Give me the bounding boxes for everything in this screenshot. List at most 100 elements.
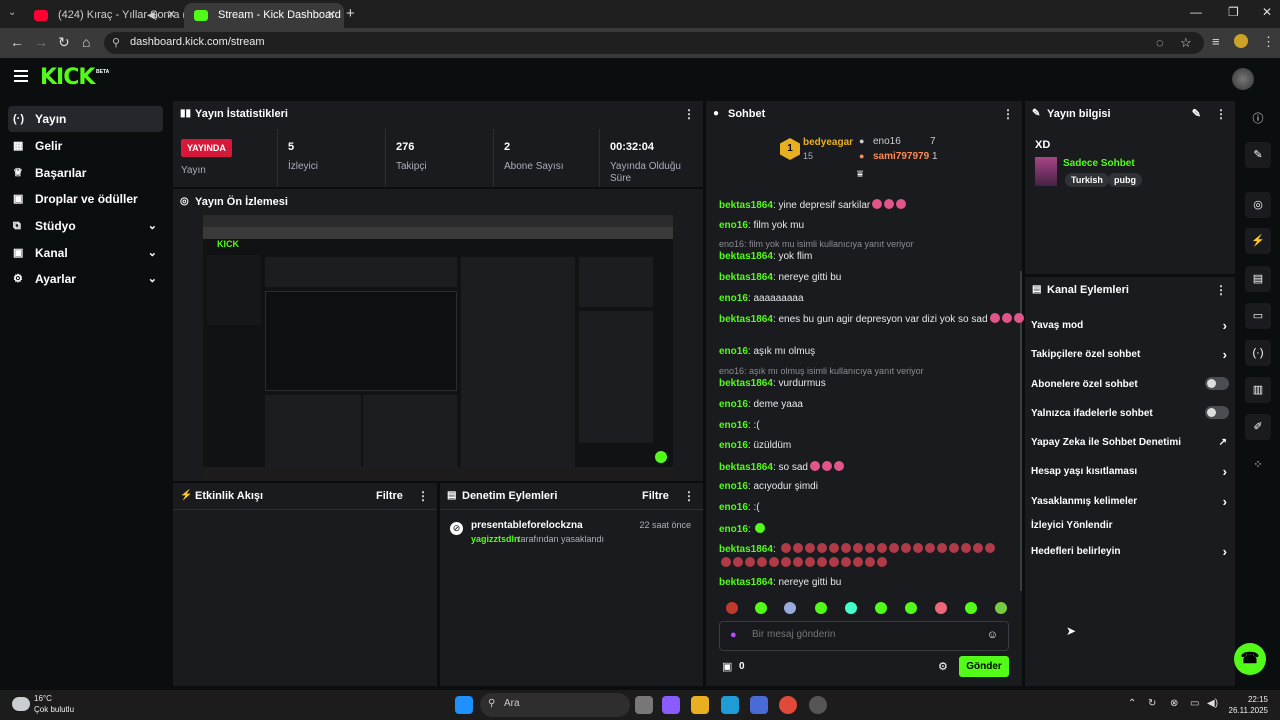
filter-button[interactable]: Filtre bbox=[642, 483, 669, 509]
chat-settings-icon[interactable]: ⚙ bbox=[938, 660, 948, 673]
emote-icon[interactable] bbox=[845, 602, 857, 614]
tray-volume-icon[interactable]: ◀) bbox=[1207, 698, 1218, 709]
kebab-menu-icon[interactable]: ⋮ bbox=[1215, 277, 1227, 303]
target-icon[interactable]: ◎ bbox=[1245, 192, 1271, 218]
url-input[interactable]: ⚲ dashboard.kick.com/stream ◌ ☆ bbox=[104, 32, 1204, 54]
emote-icon[interactable] bbox=[875, 602, 887, 614]
tray-sync-icon[interactable]: ↻ bbox=[1148, 698, 1156, 709]
moderation-moderator[interactable]: yagizztsdln bbox=[471, 534, 520, 544]
sidebar-item-droplar[interactable]: ▣ Droplar ve ödüller bbox=[8, 186, 163, 212]
tag-pubg[interactable]: pubg bbox=[1108, 173, 1142, 187]
microphone-icon[interactable]: ● bbox=[730, 629, 737, 641]
kebab-menu-icon[interactable]: ⋮ bbox=[1002, 101, 1014, 127]
chat-username[interactable]: eno16 bbox=[719, 502, 748, 513]
sidebar-item-basarilar[interactable]: ♕ Başarılar bbox=[8, 160, 163, 186]
emote-icon[interactable] bbox=[905, 602, 917, 614]
site-info-icon[interactable]: ⚲ bbox=[112, 36, 120, 49]
chrome-icon[interactable] bbox=[779, 696, 797, 714]
chat-icon[interactable]: ▭ bbox=[1245, 303, 1271, 329]
category-thumbnail[interactable] bbox=[1035, 157, 1057, 186]
action-followers-only[interactable]: Takipçilere özel sohbet › bbox=[1031, 347, 1229, 362]
chat-username[interactable]: eno16 bbox=[719, 293, 748, 304]
wrench-icon[interactable]: ✐ bbox=[1245, 414, 1271, 440]
chat-username[interactable]: eno16 bbox=[719, 399, 748, 410]
chat-username[interactable]: bektas1864 bbox=[719, 577, 773, 588]
sidebar-item-gelir[interactable]: ▦ Gelir bbox=[8, 133, 163, 159]
browser-tab-kick[interactable]: Stream - Kick Dashboard ✕ bbox=[184, 3, 344, 28]
app-icon[interactable] bbox=[809, 696, 827, 714]
hamburger-menu-icon[interactable] bbox=[14, 70, 28, 85]
forward-icon[interactable]: → bbox=[34, 34, 48, 50]
restore-icon[interactable]: ❐ bbox=[1228, 5, 1239, 19]
moderation-target[interactable]: presentableforelockzna bbox=[471, 520, 583, 531]
copilot-icon[interactable] bbox=[662, 696, 680, 714]
action-account-age[interactable]: Hesap yaşı kısıtlaması › bbox=[1031, 464, 1229, 479]
chat-username[interactable]: bektas1864 bbox=[719, 200, 773, 211]
emotes-only-toggle[interactable] bbox=[1205, 406, 1229, 419]
tray-network-icon[interactable]: ⊗ bbox=[1170, 698, 1178, 709]
chat-input[interactable] bbox=[752, 629, 982, 640]
filter-button[interactable]: Filtre bbox=[376, 483, 403, 509]
kebab-menu-icon[interactable]: ⋮ bbox=[683, 483, 695, 509]
emote-icon[interactable] bbox=[935, 602, 947, 614]
chat-username[interactable]: eno16 bbox=[719, 440, 748, 451]
speaker-icon[interactable]: ◀) bbox=[147, 3, 158, 28]
tag-turkish[interactable]: Turkish bbox=[1065, 173, 1109, 187]
store-icon[interactable] bbox=[750, 696, 768, 714]
pencil-icon[interactable]: ✎ bbox=[1245, 142, 1271, 168]
avatar[interactable] bbox=[1232, 68, 1254, 90]
sidebar-item-studyo[interactable]: ⧉ Stüdyo ⌄ bbox=[8, 213, 163, 239]
action-ai-moderation[interactable]: Yapay Zeka ile Sohbet Denetimi ↗ bbox=[1031, 437, 1229, 448]
windows-start-icon[interactable] bbox=[455, 696, 473, 714]
close-icon[interactable]: ✕ bbox=[327, 3, 336, 28]
chat-username[interactable]: eno16 bbox=[719, 420, 748, 431]
chat-username[interactable]: eno16 bbox=[719, 524, 748, 535]
new-tab-icon[interactable]: + bbox=[346, 5, 355, 22]
clock[interactable]: 22:15 26.11.2025 bbox=[1228, 694, 1268, 716]
bookmark-star-icon[interactable]: ☆ bbox=[1180, 35, 1192, 51]
points-icon[interactable]: ▣ bbox=[722, 660, 732, 673]
emoji-icon[interactable]: ☺ bbox=[987, 629, 998, 641]
tab-search-icon[interactable]: ⌄ bbox=[8, 7, 24, 21]
leader-third-name[interactable]: sami797979 bbox=[873, 151, 929, 162]
info-icon[interactable]: ⓘ bbox=[1245, 106, 1271, 132]
reload-icon[interactable]: ↻ bbox=[58, 34, 70, 51]
layout-icon[interactable]: ▥ bbox=[1245, 377, 1271, 403]
tray-display-icon[interactable]: ▭ bbox=[1190, 698, 1199, 709]
action-banned-words[interactable]: Yasaklanmış kelimeler › bbox=[1031, 494, 1229, 509]
taskbar-search[interactable]: ⚲ Ara bbox=[480, 693, 630, 717]
edge-icon[interactable] bbox=[721, 696, 739, 714]
chat-username[interactable]: bektas1864 bbox=[719, 462, 773, 473]
sidebar-item-yayin[interactable]: (·) Yayın bbox=[8, 106, 163, 132]
category-name[interactable]: Sadece Sohbet bbox=[1063, 158, 1135, 169]
sidebar-item-kanal[interactable]: ▣ Kanal ⌄ bbox=[8, 240, 163, 266]
broadcast-icon[interactable]: (·) bbox=[1245, 340, 1271, 366]
home-icon[interactable]: ⌂ bbox=[82, 34, 90, 50]
reading-list-icon[interactable]: ≡ bbox=[1212, 34, 1220, 49]
action-goals[interactable]: Hedefleri belirleyin › bbox=[1031, 544, 1229, 559]
task-view-icon[interactable] bbox=[635, 696, 653, 714]
emote-icon[interactable] bbox=[784, 602, 796, 614]
leader-second-name[interactable]: eno16 bbox=[873, 136, 901, 147]
kick-logo[interactable]: KICK bbox=[40, 65, 95, 90]
browser-tab-youtube[interactable]: (424) Kıraç - Yıllar Sonra (O ◀) ✕ bbox=[24, 3, 184, 28]
close-icon[interactable]: ✕ bbox=[167, 3, 176, 28]
minimize-icon[interactable]: — bbox=[1190, 5, 1202, 19]
send-button[interactable]: Gönder bbox=[959, 656, 1009, 677]
action-slow-mode[interactable]: Yavaş mod › bbox=[1031, 318, 1229, 333]
tray-chevron-icon[interactable]: ⌃ bbox=[1128, 698, 1136, 709]
menu-icon[interactable]: ⋮ bbox=[1262, 34, 1275, 50]
kebab-menu-icon[interactable]: ⋮ bbox=[417, 483, 429, 509]
stream-preview-video[interactable]: KICK bbox=[203, 215, 673, 480]
chat-username[interactable]: bektas1864 bbox=[719, 272, 773, 283]
emote-icon[interactable] bbox=[965, 602, 977, 614]
chat-username[interactable]: eno16 bbox=[719, 346, 748, 357]
chat-username[interactable]: bektas1864 bbox=[719, 544, 773, 555]
apps-icon[interactable]: ⁘ bbox=[1245, 452, 1271, 478]
file-explorer-icon[interactable] bbox=[691, 696, 709, 714]
chat-username[interactable]: bektas1864 bbox=[719, 314, 773, 325]
leader-first-name[interactable]: bedyeagar bbox=[803, 137, 853, 148]
sidebar-item-ayarlar[interactable]: ⚙ Ayarlar ⌄ bbox=[8, 266, 163, 292]
chat-username[interactable]: eno16 bbox=[719, 481, 748, 492]
kebab-menu-icon[interactable]: ⋮ bbox=[1215, 101, 1227, 127]
